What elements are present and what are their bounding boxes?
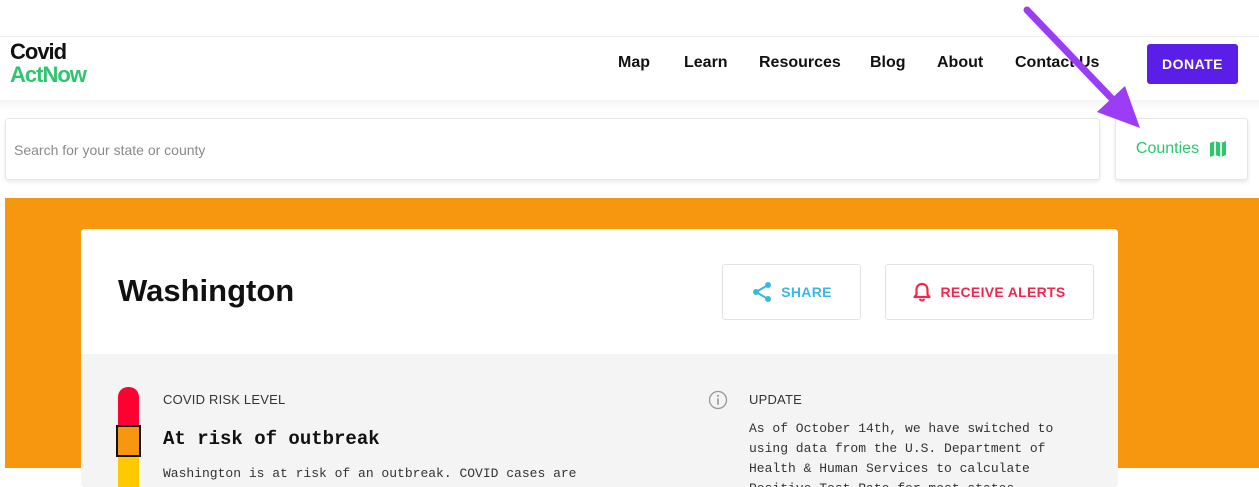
risk-scale-yellow	[118, 457, 139, 487]
nav-contact-us[interactable]: Contact Us	[1015, 54, 1099, 72]
counties-button[interactable]: Counties	[1115, 118, 1248, 180]
header-shadow	[0, 100, 1259, 110]
map-icon	[1210, 141, 1227, 157]
nav-resources[interactable]: Resources	[759, 54, 841, 72]
update-text: As of October 14th, we have switched to …	[749, 421, 1054, 487]
top-divider	[0, 36, 1259, 37]
info-icon[interactable]	[708, 390, 728, 410]
nav-learn[interactable]: Learn	[684, 54, 728, 72]
risk-level-heading: COVID RISK LEVEL	[163, 392, 286, 407]
bell-icon	[913, 282, 932, 302]
risk-level-value: At risk of outbreak	[163, 428, 380, 450]
location-card: Washington SHARE RECEIVE ALERTS COVID RI…	[81, 229, 1118, 487]
risk-description: Washington is at risk of an outbreak. CO…	[163, 466, 577, 481]
search-box[interactable]	[5, 118, 1100, 180]
risk-scale-red	[118, 387, 139, 427]
donate-button[interactable]: DONATE	[1147, 44, 1238, 84]
update-heading: UPDATE	[749, 392, 802, 407]
share-icon	[753, 282, 772, 302]
logo-line-2: ActNow	[10, 62, 87, 87]
nav-map[interactable]: Map	[618, 54, 650, 72]
nav-blog[interactable]: Blog	[870, 54, 906, 72]
counties-label: Counties	[1135, 140, 1200, 157]
share-button[interactable]: SHARE	[722, 264, 861, 320]
page-title: Washington	[118, 273, 295, 308]
logo-line-1: Covid	[10, 39, 67, 64]
risk-scale-orange-current	[116, 425, 141, 457]
search-input[interactable]	[12, 139, 1086, 161]
covid-act-now-logo[interactable]: Covid ActNow	[10, 39, 87, 87]
receive-alerts-label: RECEIVE ALERTS	[940, 284, 1066, 300]
nav-about[interactable]: About	[937, 54, 983, 72]
receive-alerts-button[interactable]: RECEIVE ALERTS	[885, 264, 1094, 320]
share-label: SHARE	[781, 284, 832, 300]
